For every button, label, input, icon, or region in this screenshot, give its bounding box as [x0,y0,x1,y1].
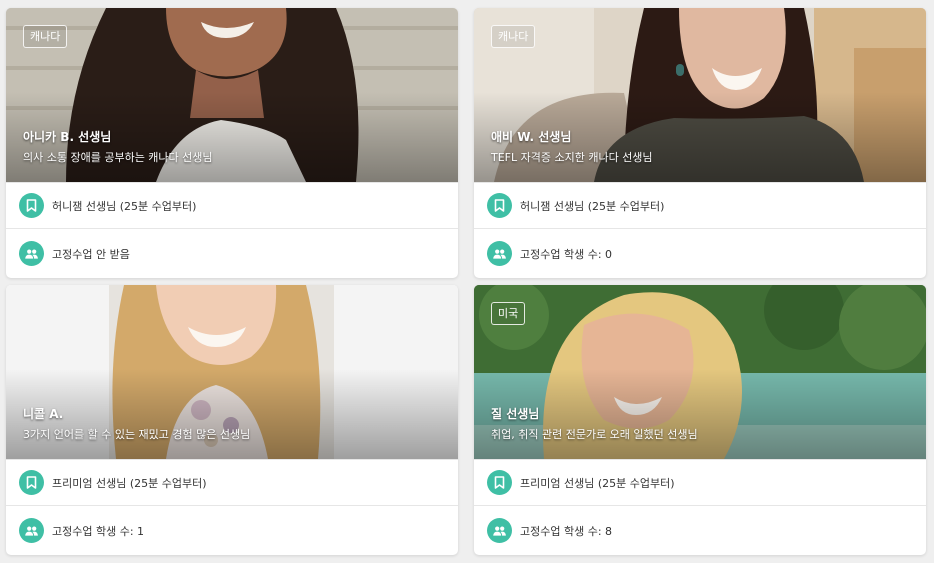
tutor-description: 의사 소통 장애를 공부하는 캐나다 선생님 [23,151,213,164]
plan-label: 프리미엄 선생님 (25분 수업부터) [520,476,675,490]
country-badge: 캐나다 [23,25,68,48]
students-row: 고정수업 학생 수: 8 [474,505,926,555]
plan-row: 허니잼 선생님 (25분 수업부터) [474,182,926,228]
group-icon [19,518,44,543]
tutor-name: 질 선생님 [491,407,540,421]
plan-label: 허니잼 선생님 (25분 수업부터) [520,199,665,213]
tutor-card[interactable]: 캐나다 애비 W. 선생님 TEFL 자격증 소지한 캐나다 선생님 허니잼 선… [474,8,926,278]
tutor-card[interactable]: 미국 질 선생님 취업, 취직 관련 전문가로 오래 일했던 선생님 프리미엄 … [474,285,926,555]
students-label: 고정수업 안 받음 [52,247,130,261]
plan-row: 프리미엄 선생님 (25분 수업부터) [6,459,458,505]
tutor-name: 아니카 B. 선생님 [23,130,112,144]
tutor-photo: 미국 질 선생님 취업, 취직 관련 전문가로 오래 일했던 선생님 [474,285,926,459]
tutor-card[interactable]: 니콜 A. 3가지 언어를 할 수 있는 재밌고 경험 많은 선생님 프리미엄 … [6,285,458,555]
students-row: 고정수업 학생 수: 0 [474,228,926,278]
bookmark-icon [487,193,512,218]
students-row: 고정수업 안 받음 [6,228,458,278]
tutor-photo: 캐나다 애비 W. 선생님 TEFL 자격증 소지한 캐나다 선생님 [474,8,926,182]
bookmark-icon [19,193,44,218]
students-label: 고정수업 학생 수: 8 [520,524,613,538]
tutor-description: TEFL 자격증 소지한 캐나다 선생님 [491,151,653,164]
tutor-description: 3가지 언어를 할 수 있는 재밌고 경험 많은 선생님 [23,428,251,441]
country-badge: 캐나다 [491,25,536,48]
students-label: 고정수업 학생 수: 1 [52,524,145,538]
country-badge: 미국 [491,302,526,325]
bookmark-icon [19,470,44,495]
tutor-card[interactable]: 캐나다 아니카 B. 선생님 의사 소통 장애를 공부하는 캐나다 선생님 허니… [6,8,458,278]
plan-row: 허니잼 선생님 (25분 수업부터) [6,182,458,228]
plan-label: 허니잼 선생님 (25분 수업부터) [52,199,197,213]
students-row: 고정수업 학생 수: 1 [6,505,458,555]
tutor-name: 애비 W. 선생님 [491,130,572,144]
plan-label: 프리미엄 선생님 (25분 수업부터) [52,476,207,490]
bookmark-icon [487,470,512,495]
group-icon [19,241,44,266]
students-label: 고정수업 학생 수: 0 [520,247,613,261]
plan-row: 프리미엄 선생님 (25분 수업부터) [474,459,926,505]
group-icon [487,241,512,266]
group-icon [487,518,512,543]
tutor-description: 취업, 취직 관련 전문가로 오래 일했던 선생님 [491,428,698,441]
tutor-photo: 니콜 A. 3가지 언어를 할 수 있는 재밌고 경험 많은 선생님 [6,285,458,459]
tutor-photo: 캐나다 아니카 B. 선생님 의사 소통 장애를 공부하는 캐나다 선생님 [6,8,458,182]
tutor-name: 니콜 A. [23,407,64,421]
tutor-grid: 캐나다 아니카 B. 선생님 의사 소통 장애를 공부하는 캐나다 선생님 허니… [0,0,934,563]
